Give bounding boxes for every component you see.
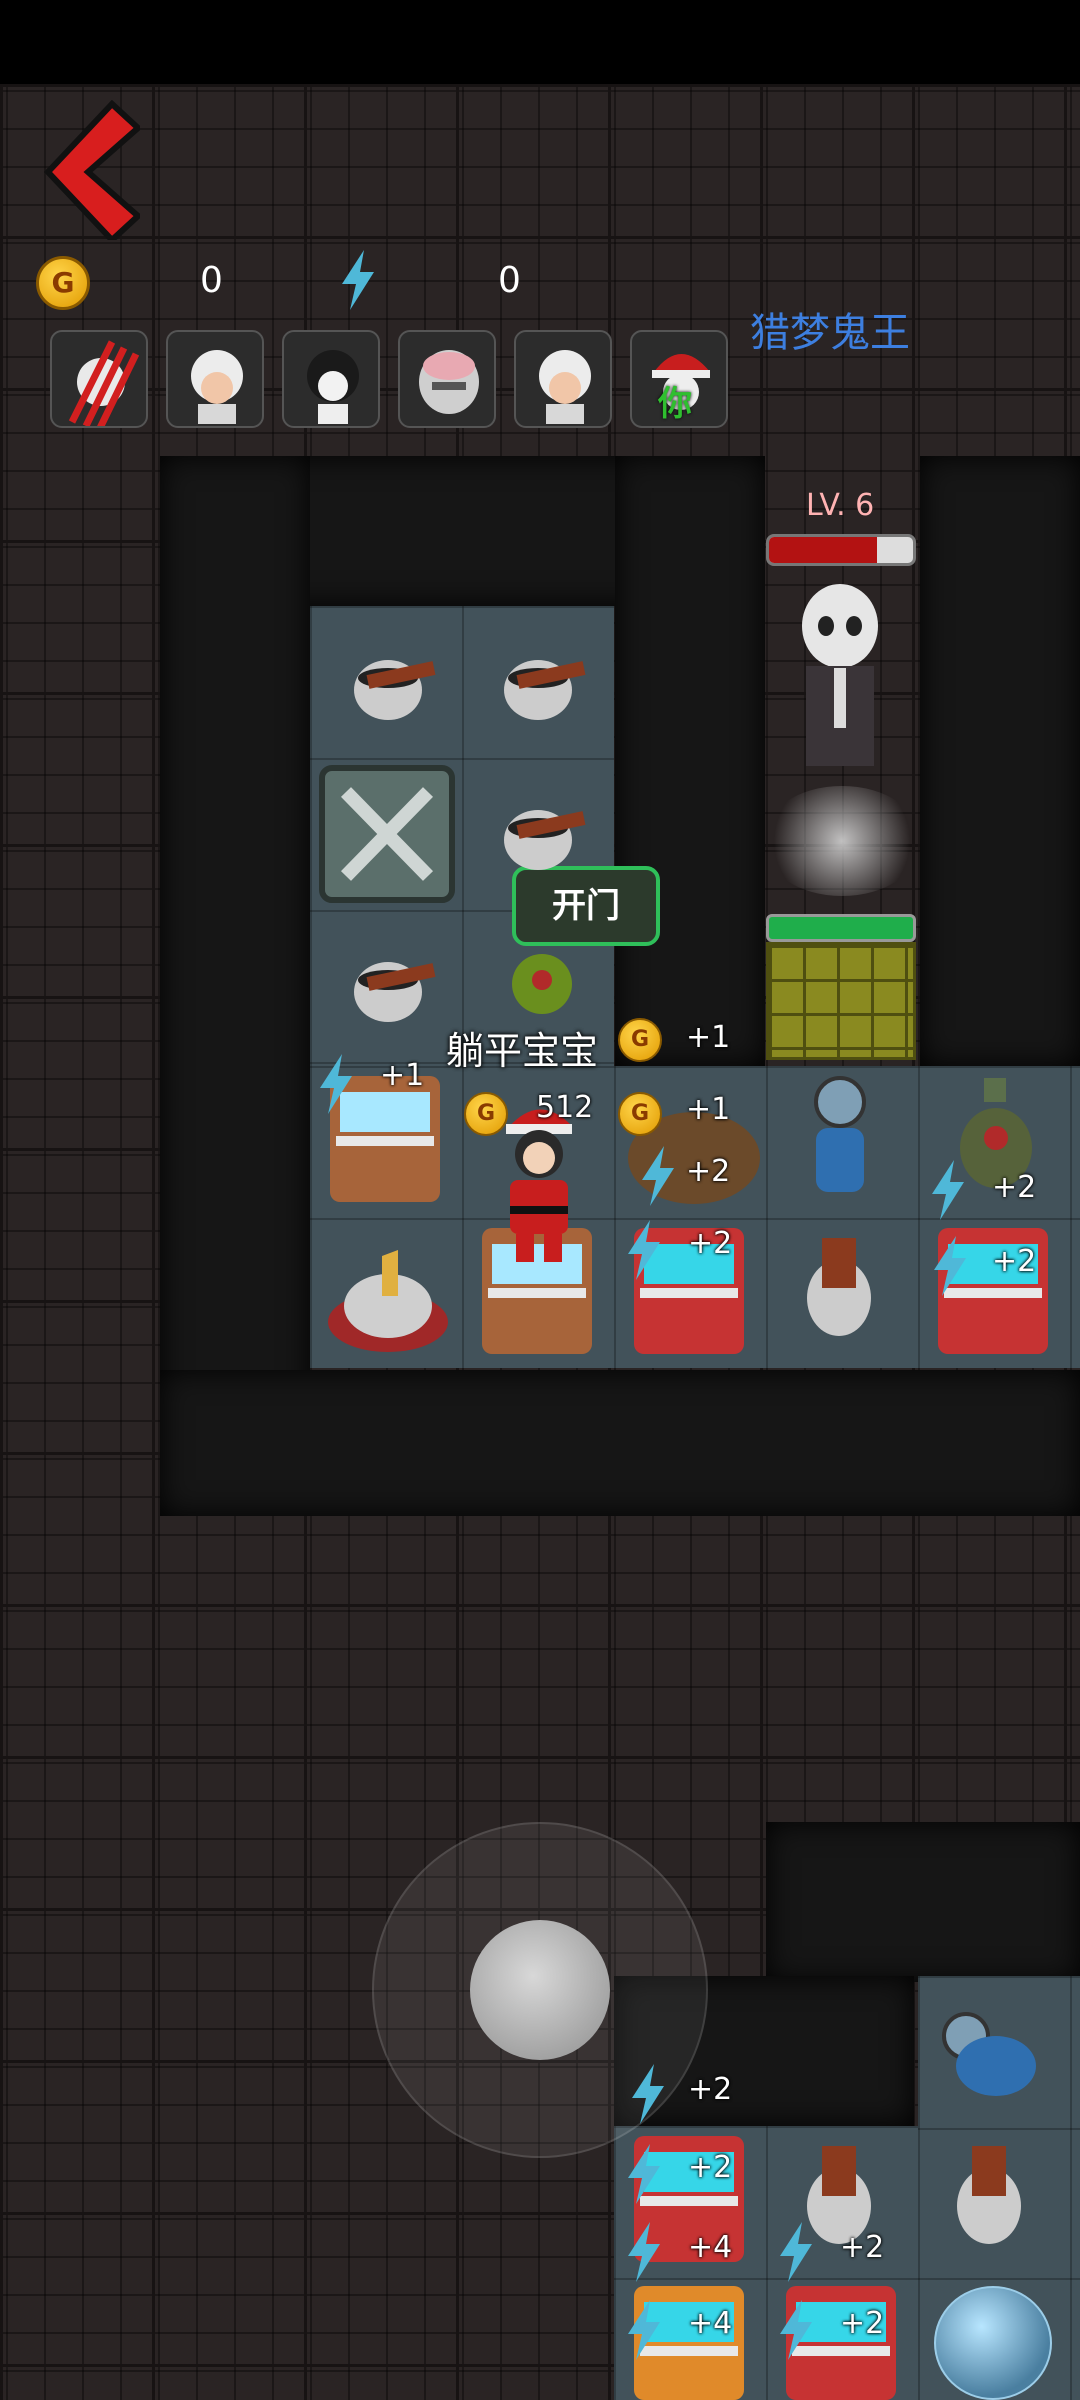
clawed-ghost-avatar[interactable] — [50, 330, 148, 428]
energy-gain-label: +2 — [992, 1170, 1037, 1205]
bed-turret-item[interactable] — [318, 1226, 458, 1366]
energy-gain-label: +2 — [688, 2072, 733, 2107]
energy-gain-label: +2 — [840, 2230, 885, 2265]
grandma-avatar[interactable] — [166, 330, 264, 428]
girl-avatar[interactable] — [282, 330, 380, 428]
grandma-avatar-2[interactable] — [514, 330, 612, 428]
energy-bolt-icon — [628, 1220, 660, 1280]
energy-bolt-icon — [628, 2144, 660, 2204]
energy-gain-label: +2 — [688, 1226, 733, 1261]
smoke-cloud — [762, 786, 922, 896]
coin-gain-label: +1 — [686, 1092, 731, 1127]
energy-bolt-icon — [628, 2300, 660, 2360]
pot-broom-item[interactable] — [338, 934, 448, 1044]
enemy-hp-bar — [766, 534, 916, 566]
enemy-level: LV. 6 — [806, 488, 875, 523]
pot-broom-item[interactable] — [488, 632, 598, 742]
energy-bolt-icon — [342, 250, 374, 310]
blue-water-dispenser[interactable] — [790, 1072, 890, 1202]
pig-mask-avatar[interactable] — [398, 330, 496, 428]
room-wall-left — [160, 456, 310, 1516]
door-hp-bar — [766, 914, 916, 942]
energy-gain-label: +1 — [380, 1058, 425, 1093]
lower-wall — [766, 1822, 1080, 1982]
energy-bolt-icon — [632, 2064, 664, 2124]
blue-water-dispenser[interactable] — [926, 2000, 1046, 2110]
energy-gain-label: +2 — [992, 1244, 1037, 1279]
energy-bolt-icon — [934, 1236, 966, 1296]
coin-icon: G — [618, 1092, 662, 1136]
pot-broom-item[interactable] — [488, 782, 598, 892]
energy-bolt-icon — [320, 1054, 352, 1114]
green-flask-item[interactable] — [500, 940, 590, 1020]
pot-broom-item[interactable] — [934, 2136, 1044, 2256]
coin-counter-label: 512 — [536, 1090, 594, 1125]
energy-bolt-icon — [780, 2300, 812, 2360]
energy-count: 0 — [498, 260, 521, 301]
pot-broom-item[interactable] — [784, 1228, 894, 1348]
room-wall-mid — [615, 456, 765, 1066]
coin-icon: G — [464, 1092, 508, 1136]
back-arrow-icon[interactable] — [40, 100, 140, 240]
energy-gain-label: +2 — [686, 1154, 731, 1189]
self-marker-label: 你 — [658, 384, 692, 424]
room-wall-right — [920, 456, 1080, 1066]
coin-icon: G — [618, 1018, 662, 1062]
energy-bolt-icon — [642, 1146, 674, 1206]
pot-broom-item[interactable] — [338, 632, 448, 742]
coin-count: 0 — [200, 260, 223, 301]
energy-gain-label: +2 — [840, 2306, 885, 2341]
game-stage: G 0 0 你 猎梦鬼王 LV. 6 开门 躺平宝宝 G +1 G 512 G … — [0, 0, 1080, 2400]
room-door[interactable] — [766, 942, 916, 1060]
energy-bolt-icon — [628, 2222, 660, 2282]
energy-gain-label: +2 — [688, 2150, 733, 2185]
virtual-joystick-knob[interactable] — [470, 1920, 610, 2060]
energy-gain-label: +4 — [688, 2230, 733, 2265]
coin-icon: G — [36, 256, 90, 310]
energy-gain-label: +4 — [688, 2306, 733, 2341]
energy-orb-icon[interactable] — [934, 2286, 1052, 2400]
ghost-king-sprite — [802, 584, 878, 766]
santa-player-avatar[interactable]: 你 — [630, 330, 728, 428]
enemy-hp-fill — [769, 537, 877, 563]
repair-toolbox-icon[interactable] — [318, 764, 456, 904]
coin-gain-label: +1 — [686, 1020, 731, 1055]
room-wall-bottom — [160, 1370, 1080, 1516]
energy-bolt-icon — [780, 2222, 812, 2282]
enemy-name: 猎梦鬼王 — [750, 310, 910, 356]
status-bar-area — [0, 0, 1080, 84]
player-name: 躺平宝宝 — [446, 1029, 599, 1073]
energy-bolt-icon — [932, 1160, 964, 1220]
